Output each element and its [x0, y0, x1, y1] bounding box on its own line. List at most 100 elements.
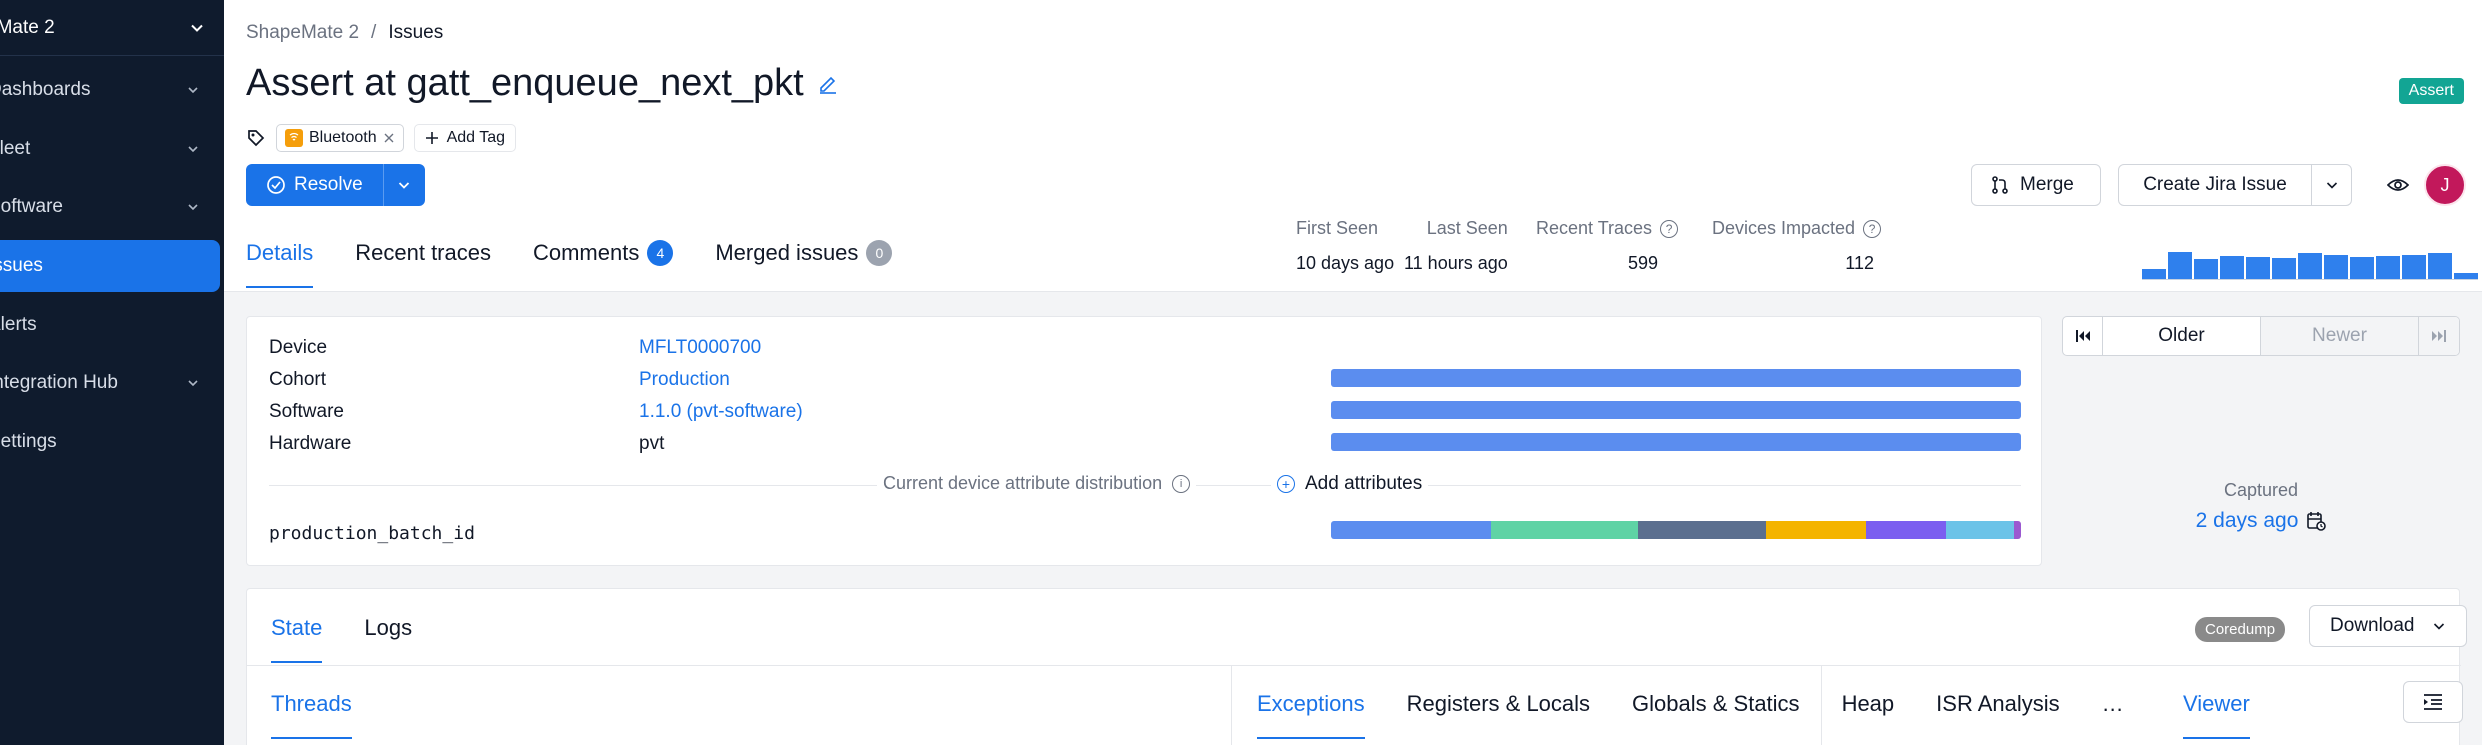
help-icon[interactable]: ?	[1660, 219, 1679, 238]
close-icon[interactable]	[383, 132, 395, 144]
sparkline-bar[interactable]	[2402, 255, 2426, 279]
tab-recent-traces[interactable]: Recent traces	[355, 240, 491, 288]
issue-header: ShapeMate 2 / Issues Assert at gatt_enqu…	[224, 0, 2482, 292]
info-icon[interactable]: i	[1172, 474, 1191, 493]
sidebar-item-label: Issues	[0, 255, 43, 276]
sparkline-bar[interactable]	[2246, 257, 2270, 279]
sparkline-bar[interactable]	[2324, 255, 2348, 279]
attribute-value-link[interactable]: 1.1.0 (pvt-software)	[639, 401, 803, 423]
add-tag-label: Add Tag	[446, 129, 506, 146]
stat-value: 112	[1845, 253, 1874, 273]
create-jira-issue-split-button: Create Jira Issue	[2118, 164, 2352, 206]
sidebar-item-alerts[interactable]: Alerts	[0, 299, 224, 351]
distribution-segment[interactable]	[1490, 521, 1638, 539]
eye-icon[interactable]	[2387, 176, 2409, 194]
resolve-button[interactable]: Resolve	[246, 164, 383, 206]
tab-threads[interactable]: Threads	[271, 691, 352, 739]
outline-toggle-button[interactable]	[2403, 681, 2463, 723]
distribution-segment[interactable]	[1866, 521, 1946, 539]
distribution-segment[interactable]	[2014, 521, 2021, 539]
download-button[interactable]: Download	[2309, 605, 2467, 647]
sparkline-bar[interactable]	[2168, 252, 2192, 279]
sidebar-item-integration-hub[interactable]: Integration Hub	[0, 357, 224, 409]
stat-value: 599	[1627, 253, 1658, 273]
more-tabs-button[interactable]: …	[2102, 691, 2124, 739]
create-jira-issue-button[interactable]: Create Jira Issue	[2119, 174, 2311, 196]
tab-exceptions[interactable]: Exceptions	[1257, 691, 1365, 739]
tab-viewer[interactable]: Viewer	[2183, 691, 2250, 739]
custom-attribute-distribution[interactable]	[1331, 521, 2021, 539]
sidebar-item-software[interactable]: Software	[0, 181, 224, 233]
tab-registers-locals[interactable]: Registers & Locals	[1407, 691, 1590, 739]
tag-chip-bluetooth[interactable]: Bluetooth	[276, 124, 404, 152]
add-attributes-button[interactable]: + Add attributes	[1271, 473, 1429, 495]
attribute-key: Hardware	[269, 433, 352, 454]
add-tag-button[interactable]: Add Tag	[413, 124, 517, 152]
attribute-key: Device	[269, 337, 328, 358]
jira-options-button[interactable]	[2311, 165, 2351, 205]
download-label: Download	[2330, 615, 2415, 636]
tab-heap[interactable]: Heap	[1842, 691, 1895, 739]
merge-button[interactable]: Merge	[1971, 164, 2101, 206]
attribute-value-link[interactable]: Production	[639, 369, 730, 391]
first-trace-button[interactable]	[2063, 317, 2103, 355]
help-icon[interactable]: ?	[1863, 219, 1882, 238]
sparkline-bar[interactable]	[2220, 256, 2244, 279]
sidebar-item-label: Alerts	[0, 314, 37, 335]
chevron-down-icon	[191, 24, 203, 32]
distribution-label-text: Current device attribute distribution	[883, 473, 1163, 493]
tab-merged-issues[interactable]: Merged issues 0	[715, 240, 893, 288]
count-badge: 4	[647, 240, 674, 266]
chevron-down-icon	[188, 380, 198, 387]
distribution-segment[interactable]	[1945, 521, 2015, 539]
distribution-segment[interactable]	[1331, 521, 1491, 539]
sparkline-bar[interactable]	[2454, 273, 2478, 279]
stat-value: 10 days ago	[1296, 253, 1395, 273]
captured-value[interactable]: 2 days ago	[2196, 509, 2327, 533]
trace-pager: Older Newer	[2062, 316, 2460, 356]
skip-last-icon	[2432, 330, 2446, 342]
stat-label: First Seen	[1296, 218, 1379, 238]
distribution-bar-cohort[interactable]	[1331, 369, 2021, 387]
edit-icon[interactable]	[818, 74, 838, 94]
tab-state[interactable]: State	[271, 615, 323, 663]
sparkline-bar[interactable]	[2142, 269, 2166, 279]
sparkline-bar[interactable]	[2298, 253, 2322, 279]
tab-comments[interactable]: Comments 4	[533, 240, 674, 288]
sidebar-item-dashboards[interactable]: Dashboards	[0, 64, 224, 116]
distribution-segment[interactable]	[1637, 521, 1767, 539]
trace-tabs: State Logs	[271, 615, 412, 663]
sparkline-bar[interactable]	[2350, 257, 2374, 279]
device-attributes-card: Device MFLT0000700 Cohort Production Sof…	[246, 316, 2042, 566]
tab-label: Merged issues	[715, 240, 859, 265]
tab-globals-statics[interactable]: Globals & Statics	[1632, 691, 1800, 739]
sparkline-bar[interactable]	[2272, 258, 2296, 279]
distribution-bar-software[interactable]	[1331, 401, 2021, 419]
avatar[interactable]: J	[2424, 164, 2466, 206]
older-button[interactable]: Older	[2103, 317, 2261, 355]
tab-isr-analysis[interactable]: ISR Analysis	[1936, 691, 2060, 739]
distribution-segment[interactable]	[1766, 521, 1867, 539]
sparkline-bar[interactable]	[2194, 259, 2218, 279]
tab-logs[interactable]: Logs	[364, 615, 412, 663]
project-switcher[interactable]: eMate 2	[0, 0, 224, 56]
last-trace-button	[2419, 317, 2459, 355]
attribute-value-link[interactable]: MFLT0000700	[639, 337, 761, 359]
captured-time[interactable]: 2 days ago	[2196, 509, 2299, 533]
merge-label: Merge	[2020, 174, 2074, 195]
tab-details[interactable]: Details	[246, 240, 314, 288]
sparkline-bar[interactable]	[2376, 256, 2400, 279]
indent-list-icon	[2424, 694, 2442, 710]
stat-label: Devices Impacted	[1712, 218, 1856, 238]
chevron-down-icon	[2326, 182, 2337, 189]
sidebar-item-settings[interactable]: Settings	[0, 416, 224, 468]
breadcrumb-current: Issues	[388, 22, 444, 43]
distribution-bar-hardware[interactable]	[1331, 433, 2021, 451]
sidebar-item-fleet[interactable]: Fleet	[0, 123, 224, 175]
breadcrumb-separator: /	[371, 22, 377, 43]
resolve-options-button[interactable]	[382, 164, 425, 206]
sidebar-item-issues[interactable]: Issues	[0, 240, 220, 292]
breadcrumb-project[interactable]: ShapeMate 2	[246, 22, 359, 44]
sparkline-bar[interactable]	[2428, 253, 2452, 279]
issue-tabs: Details Recent traces Comments 4 Merged i…	[246, 240, 893, 288]
